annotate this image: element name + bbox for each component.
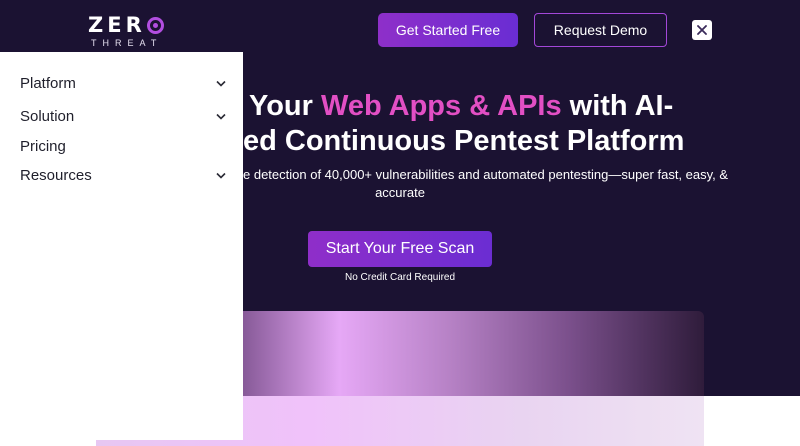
menu-item-platform[interactable]: Platform — [20, 71, 226, 95]
chevron-down-icon[interactable] — [216, 111, 226, 121]
menu-item-resources[interactable]: Resources — [20, 163, 226, 187]
hero-title-post: with AI- — [561, 90, 674, 122]
menu-item-pricing[interactable]: Pricing — [20, 134, 226, 158]
chevron-down-icon[interactable] — [216, 170, 226, 180]
menu-item-label: Pricing — [20, 137, 66, 155]
menu-item-label: Platform — [20, 74, 76, 92]
logo-wordmark: ZER — [88, 14, 168, 36]
menu-item-label: Solution — [20, 107, 75, 125]
hero-subtitle-line2: accurate — [375, 185, 425, 200]
mobile-nav-menu: Platform Solution Pricing Resources — [0, 52, 243, 440]
logo-o-mark — [146, 16, 164, 34]
hero-title-pre: Your — [249, 90, 321, 122]
menu-item-label: Resources — [20, 166, 92, 184]
close-menu-button[interactable] — [692, 20, 712, 40]
hero-subtitle-line1: e detection of 40,000+ vulnerabilities a… — [243, 167, 729, 182]
start-free-scan-button[interactable]: Start Your Free Scan — [308, 231, 492, 267]
hero-title-line2: ed Continuous Pentest Platform — [243, 125, 685, 157]
logo-wordmark-text: ZER — [88, 13, 146, 37]
hero-title-line1: Your Web Apps & APIs with AI- — [249, 88, 673, 124]
no-credit-card-note: No Credit Card Required — [344, 272, 456, 283]
chevron-down-icon[interactable] — [216, 78, 226, 88]
menu-item-solution[interactable]: Solution — [20, 104, 226, 128]
zerothreat-logo[interactable]: ZER THREAT — [88, 14, 168, 48]
request-demo-button[interactable]: Request Demo — [534, 13, 667, 47]
hero-title-accent: Web Apps & APIs — [320, 90, 562, 122]
logo-subtitle: THREAT — [91, 38, 163, 48]
get-started-button[interactable]: Get Started Free — [378, 13, 518, 47]
close-icon — [697, 25, 707, 35]
